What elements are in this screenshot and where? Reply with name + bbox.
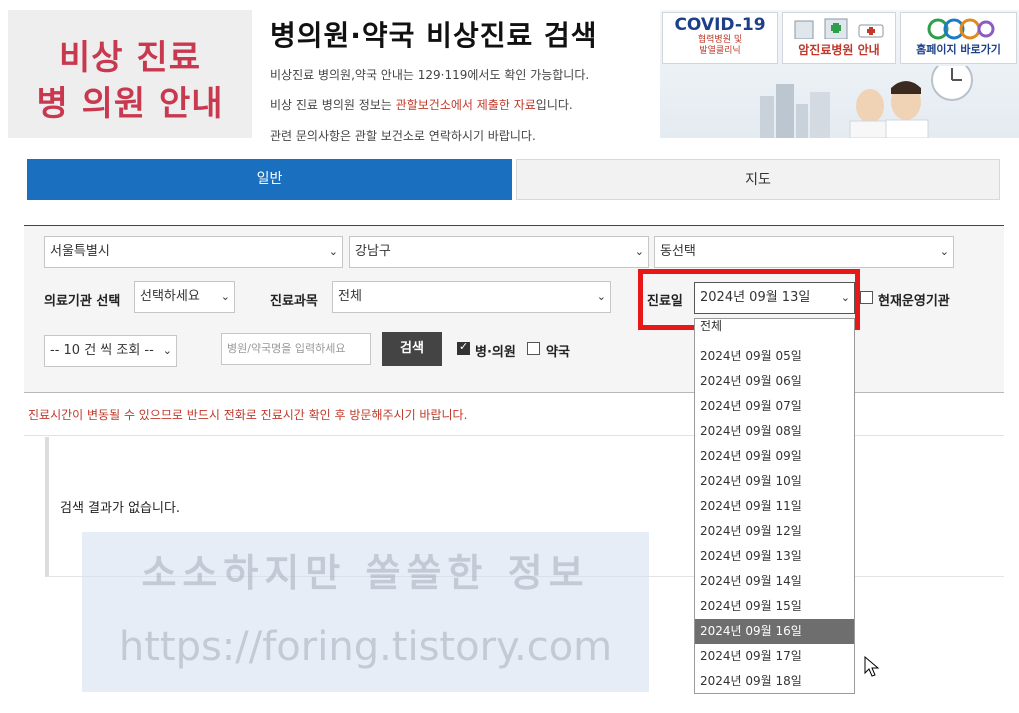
info-line-2: 비상 진료 병의원 정보는 관할보건소에서 제출한 자료입니다.: [270, 96, 573, 113]
cancer-hospital-label: 암진료병원 안내: [798, 43, 880, 57]
search-button[interactable]: 검색: [382, 332, 442, 366]
date-option[interactable]: 2024년 09월 15일: [695, 594, 854, 619]
notice-text: 진료시간이 변동될 수 있으므로 반드시 전화로 진료시간 확인 후 방문해주시…: [28, 408, 468, 422]
covid-banner-title: COVID-19: [674, 15, 766, 35]
logo-line-2: 병 의원 안내: [36, 84, 224, 124]
watermark: 소소하지만 쏠쏠한 정보 https://foring.tistory.com: [82, 532, 649, 692]
covid-banner-sub-2: 발열클리닉: [699, 46, 741, 56]
covid-banner-sub-1: 협력병원 및: [697, 35, 743, 45]
hospital-checkbox[interactable]: [457, 340, 470, 355]
date-option-selected[interactable]: 2024년 09월 16일: [695, 619, 854, 644]
page-size-select-value: -- 10 건 씩 조회 --: [50, 343, 154, 358]
date-option[interactable]: 2024년 09월 05일: [695, 344, 854, 369]
date-option[interactable]: 2024년 09월 08일: [695, 419, 854, 444]
chevron-down-icon: ⌄: [939, 245, 949, 258]
search-input[interactable]: 병원/약국명을 입력하세요: [221, 333, 371, 365]
info-line-1: 비상진료 병의원,약국 안내는 129·119에서도 확인 가능합니다.: [270, 68, 590, 82]
tab-map[interactable]: 지도: [516, 159, 1000, 200]
skyline-illustration: [760, 66, 973, 138]
department-label: 진료과목: [270, 294, 318, 309]
open-now-checkbox[interactable]: [860, 291, 873, 304]
covid-banner[interactable]: COVID-19 협력병원 및 발열클리닉: [662, 12, 778, 64]
hospital-icon: [794, 18, 884, 39]
hospital-checkbox-label: 병·의원: [475, 345, 516, 360]
date-option[interactable]: 2024년 09월 07일: [695, 394, 854, 419]
institution-select[interactable]: 선택하세요 ⌄: [134, 281, 235, 313]
date-option[interactable]: 2024년 09월 13일: [695, 544, 854, 569]
chevron-down-icon: ⌄: [220, 290, 230, 303]
divider: [24, 435, 1004, 436]
open-now-label: 현재운영기관: [878, 294, 950, 309]
date-option[interactable]: 전체: [695, 319, 854, 339]
chevron-down-icon: ⌄: [328, 245, 338, 258]
date-option[interactable]: 2024년 09월 09일: [695, 444, 854, 469]
no-result-text: 검색 결과가 없습니다.: [60, 501, 181, 516]
date-dropdown-list: 전체 2024년 09월 05일 2024년 09월 06일 2024년 09월…: [694, 318, 855, 694]
dong-select[interactable]: 동선택 ⌄: [654, 236, 954, 268]
logo-line-1: 비상 진료: [59, 38, 201, 78]
watermark-line-1: 소소하지만 쏠쏠한 정보: [141, 551, 590, 595]
date-option[interactable]: 2024년 09월 17일: [695, 644, 854, 669]
institution-select-value: 선택하세요: [140, 289, 200, 304]
info-line-3: 관련 문의사항은 관할 보건소로 연락하시기 바랍니다.: [270, 129, 536, 143]
chevron-down-icon: ⌄: [596, 290, 606, 303]
chevron-down-icon: ⌄: [634, 245, 644, 258]
date-option[interactable]: 2024년 09월 06일: [695, 369, 854, 394]
watermark-line-2: https://foring.tistory.com: [118, 624, 613, 670]
homepage-logo-icon: [927, 18, 994, 40]
page-size-select[interactable]: -- 10 건 씩 조회 -- ⌄: [44, 335, 177, 367]
pharmacy-checkbox-label: 약국: [546, 345, 570, 360]
date-option[interactable]: 2024년 09월 18일: [695, 669, 854, 693]
date-option[interactable]: 2024년 09월 10일: [695, 469, 854, 494]
city-select[interactable]: 서울특별시 ⌄: [44, 236, 343, 268]
chevron-down-icon: ⌄: [162, 344, 172, 357]
page-title: 병의원·약국 비상진료 검색: [270, 19, 598, 52]
pharmacy-checkbox[interactable]: [527, 342, 540, 355]
cancer-hospital-banner[interactable]: 암진료병원 안내: [782, 12, 896, 64]
mouse-cursor-icon: [864, 656, 880, 677]
homepage-label: 홈페이지 바로가기: [916, 43, 1001, 56]
department-select-value: 전체: [338, 289, 362, 304]
banner-strip: COVID-19 협력병원 및 발열클리닉 암진료병원 안내 홈페이지 바로가기: [660, 10, 1019, 138]
date-option[interactable]: 2024년 09월 12일: [695, 519, 854, 544]
institution-label: 의료기관 선택: [44, 294, 121, 309]
tab-general[interactable]: 일반: [27, 159, 512, 200]
department-select[interactable]: 전체 ⌄: [332, 281, 611, 313]
district-select-value: 강남구: [355, 244, 391, 259]
district-select[interactable]: 강남구 ⌄: [349, 236, 649, 268]
homepage-banner[interactable]: 홈페이지 바로가기: [900, 12, 1017, 64]
dong-select-value: 동선택: [660, 244, 696, 259]
logo: 비상 진료 병 의원 안내: [8, 10, 252, 138]
info-line-2-prefix: 비상 진료 병의원 정보는: [270, 98, 396, 112]
info-line-2-highlight: 관할보건소에서 제출한 자료: [395, 98, 536, 112]
date-option[interactable]: 2024년 09월 11일: [695, 494, 854, 519]
info-line-2-suffix: 입니다.: [535, 98, 573, 112]
date-option[interactable]: 2024년 09월 14일: [695, 569, 854, 594]
city-select-value: 서울특별시: [50, 244, 110, 259]
